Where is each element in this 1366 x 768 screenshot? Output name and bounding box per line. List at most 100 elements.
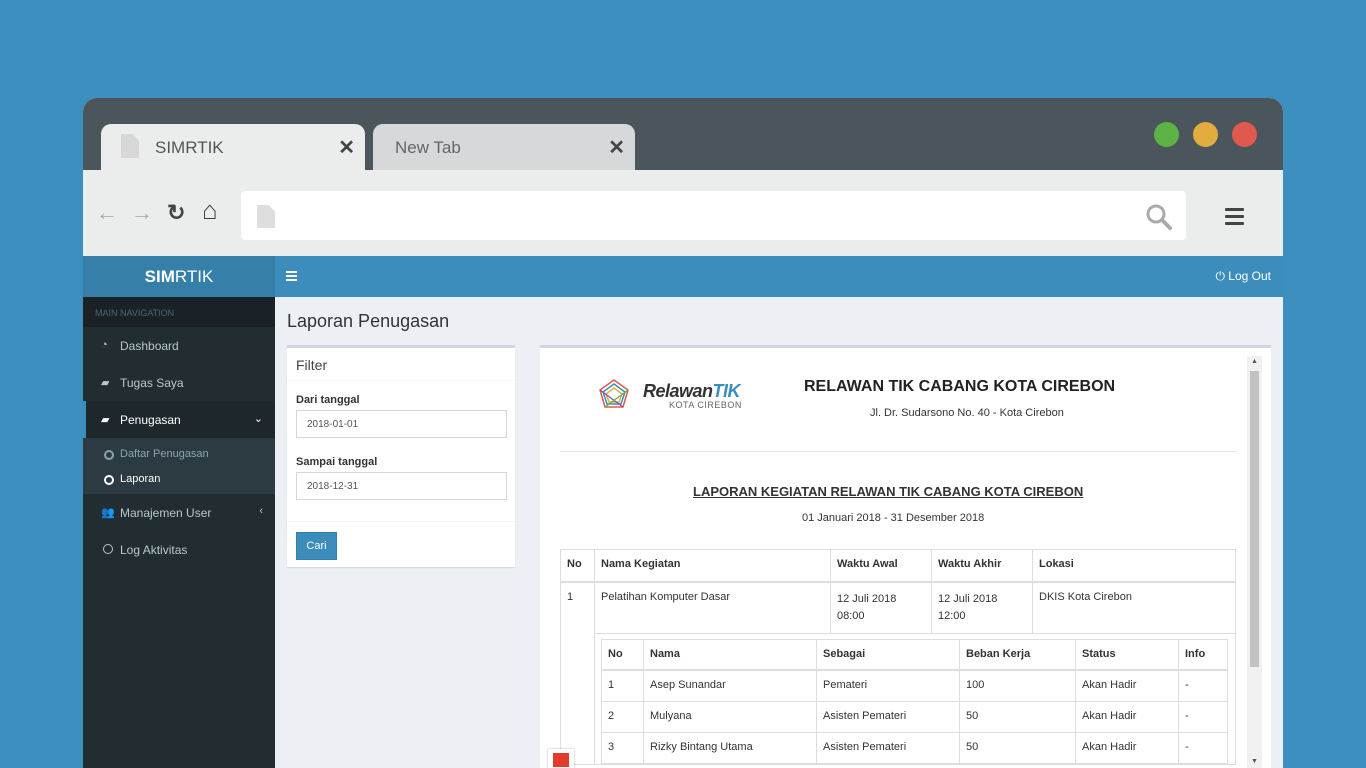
to-date-input[interactable]: 2018-12-31 xyxy=(296,472,507,500)
column-header: Status xyxy=(1075,638,1179,671)
member-role: Pemateri xyxy=(816,669,960,702)
report-viewer: RelawanTIK KOTA CIREBON RELAWAN TIK CABA… xyxy=(540,345,1271,768)
tab-simrtik[interactable]: SIMRTIK ✕ xyxy=(101,124,365,170)
table-row: No Nama Sebagai Beban Kerja Status Info xyxy=(561,632,1236,765)
page-title: Laporan Penugasan xyxy=(287,311,450,331)
column-header: Waktu Awal xyxy=(830,549,932,583)
column-header: Nama Kegiatan xyxy=(594,549,831,583)
minimize-dot[interactable] xyxy=(1193,122,1218,147)
users-icon: 👥 xyxy=(101,507,115,519)
column-header: Nama xyxy=(643,638,817,671)
browser-toolbar: ← → ↻ ⌂ xyxy=(83,170,1283,256)
sidebar-toggle-icon[interactable] xyxy=(286,271,297,283)
penugasan-submenu: Daftar Penugasan Laporan xyxy=(83,438,275,494)
back-arrow-icon[interactable]: ← xyxy=(96,202,118,224)
app-logo[interactable]: SIMRTIK xyxy=(83,256,275,297)
divider xyxy=(560,451,1236,452)
tab-new-tab[interactable]: New Tab ✕ xyxy=(373,124,635,170)
close-window-dot[interactable] xyxy=(1232,122,1257,147)
scrollbar-thumb[interactable] xyxy=(1250,371,1259,667)
sidebar-item-tugas-saya[interactable]: ▰ Tugas Saya xyxy=(83,364,275,401)
scroll-down-icon[interactable]: ▼ xyxy=(1251,758,1258,765)
app-area: SIMRTIK ⏻ Log Out MAIN NAVIGATION ◔ Dash… xyxy=(83,256,1283,768)
member-name: Mulyana xyxy=(643,700,817,733)
filter-title: Filter xyxy=(287,348,515,381)
column-header: Lokasi xyxy=(1032,549,1236,583)
member-load: 50 xyxy=(959,731,1076,764)
member-no: 3 xyxy=(601,731,644,764)
table-row: 3 Rizky Bintang Utama Asisten Pemateri 5… xyxy=(601,731,1228,764)
member-name: Asep Sunandar xyxy=(643,669,817,702)
sidebar-item-log-aktivitas[interactable]: Log Aktivitas xyxy=(83,531,275,568)
activity-start: 12 Juli 2018 08:00 xyxy=(830,581,932,634)
close-icon[interactable]: ✕ xyxy=(338,135,355,160)
member-info: - xyxy=(1178,731,1228,764)
divider xyxy=(287,521,515,522)
sidebar-item-penugasan[interactable]: ▰ Penugasan ⌄ xyxy=(83,401,275,438)
column-header: Sebagai xyxy=(816,638,960,671)
sidebar-item-dashboard[interactable]: ◔ Dashboard xyxy=(83,327,275,364)
search-icon[interactable] xyxy=(1146,204,1172,230)
report-title: LAPORAN KEGIATAN RELAWAN TIK CABANG KOTA… xyxy=(693,484,1084,499)
table-header-row: No Nama Kegiatan Waktu Awal Waktu Akhir … xyxy=(560,549,1236,583)
sidebar-item-laporan[interactable]: Laporan xyxy=(83,467,275,492)
column-header: Waktu Akhir xyxy=(931,549,1033,583)
top-navbar: ⏻ Log Out xyxy=(275,256,1283,297)
chevron-left-icon: ‹ xyxy=(259,505,263,517)
address-bar[interactable] xyxy=(241,191,1186,240)
sidebar-item-manajemen-user[interactable]: 👥 Manajemen User ‹ xyxy=(83,494,275,531)
member-load: 50 xyxy=(959,700,1076,733)
book-icon: ▰ xyxy=(101,377,110,389)
column-header: Beban Kerja xyxy=(959,638,1076,671)
to-date-label: Sampai tanggal xyxy=(296,456,378,468)
member-name: Rizky Bintang Utama xyxy=(643,731,817,764)
circle-icon xyxy=(103,544,113,554)
member-status: Akan Hadir xyxy=(1075,700,1179,733)
organization-name: RELAWAN TIK CABANG KOTA CIREBON xyxy=(804,378,1116,395)
relawan-tik-logo-mark-icon xyxy=(599,379,629,408)
forward-arrow-icon[interactable]: → xyxy=(131,202,153,224)
table-header-row: No Nama Sebagai Beban Kerja Status Info xyxy=(601,638,1228,671)
logout-button[interactable]: ⏻ Log Out xyxy=(1215,269,1271,284)
organization-address: Jl. Dr. Sudarsono No. 40 - Kota Cirebon xyxy=(870,407,1064,419)
column-header: Info xyxy=(1178,638,1228,671)
member-role: Asisten Pemateri xyxy=(816,731,960,764)
column-header: No xyxy=(601,638,644,671)
sidebar: MAIN NAVIGATION ◔ Dashboard ▰ Tugas Saya… xyxy=(83,297,275,768)
browser-menu-icon[interactable] xyxy=(1225,208,1244,229)
table-row: 2 Mulyana Asisten Pemateri 50 Akan Hadir… xyxy=(601,700,1228,733)
table-row: 1 Asep Sunandar Pemateri 100 Akan Hadir … xyxy=(601,669,1228,702)
search-button[interactable]: Cari xyxy=(296,532,337,560)
activity-end: 12 Juli 2018 12:00 xyxy=(931,581,1033,634)
activity-table: No Nama Kegiatan Waktu Awal Waktu Akhir … xyxy=(560,549,1236,765)
members-table: No Nama Sebagai Beban Kerja Status Info xyxy=(601,638,1228,764)
pdf-icon[interactable] xyxy=(548,749,574,768)
maximize-dot[interactable] xyxy=(1154,122,1179,147)
tab-label: New Tab xyxy=(395,138,461,157)
document-icon xyxy=(257,205,275,228)
column-header: No xyxy=(560,549,595,583)
activity-location: DKIS Kota Cirebon xyxy=(1032,581,1236,634)
member-no: 1 xyxy=(601,669,644,702)
chevron-down-icon: ⌄ xyxy=(253,413,263,425)
scroll-up-icon[interactable]: ▲ xyxy=(1251,358,1258,365)
logo-subtitle: KOTA CIREBON xyxy=(669,400,742,410)
main-content: Laporan Penugasan Filter Dari tanggal 20… xyxy=(275,297,1283,768)
filter-box: Filter Dari tanggal 2018-01-01 Sampai ta… xyxy=(287,345,515,567)
close-icon[interactable]: ✕ xyxy=(608,135,625,160)
member-no: 2 xyxy=(601,700,644,733)
members-cell: No Nama Sebagai Beban Kerja Status Info xyxy=(594,632,1236,765)
reload-icon[interactable]: ↻ xyxy=(167,202,185,224)
browser-window: SIMRTIK ✕ New Tab ✕ ← → ↻ ⌂ SIMRTIK ⏻ Lo… xyxy=(83,98,1283,768)
dashboard-icon: ◔ xyxy=(101,339,108,351)
book-icon: ▰ xyxy=(101,414,110,426)
member-info: - xyxy=(1178,700,1228,733)
from-date-label: Dari tanggal xyxy=(296,394,360,406)
report-scrollbar[interactable]: ▲ ▼ xyxy=(1247,356,1262,768)
logo-wordmark: RelawanTIK xyxy=(643,381,741,401)
sidebar-item-daftar-penugasan[interactable]: Daftar Penugasan xyxy=(83,442,275,467)
home-icon[interactable]: ⌂ xyxy=(202,197,218,223)
activity-name: Pelatihan Komputer Dasar xyxy=(594,581,831,634)
circle-icon xyxy=(104,450,114,460)
from-date-input[interactable]: 2018-01-01 xyxy=(296,410,507,438)
